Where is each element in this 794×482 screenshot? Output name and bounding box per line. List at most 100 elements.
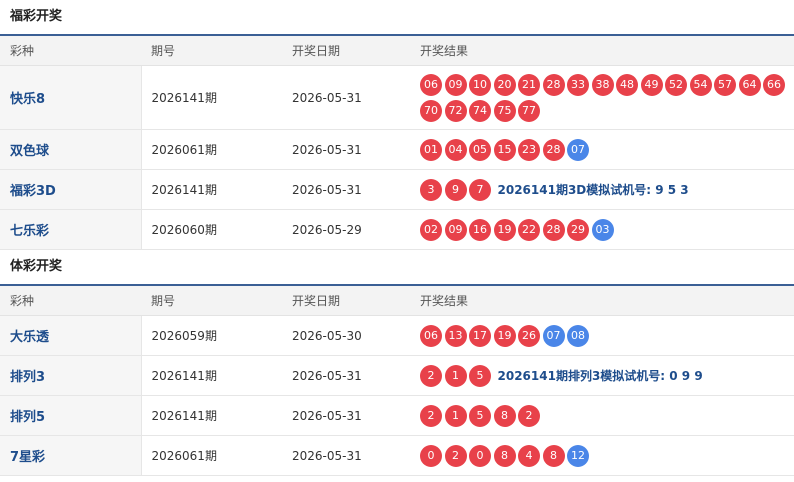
- issue-number: 2026141期: [141, 355, 282, 396]
- red-ball: 48: [616, 73, 638, 96]
- red-ball: 1: [444, 404, 467, 427]
- ball-list: 01 04 05 15 23 28 07: [420, 133, 794, 167]
- red-ball: 26: [518, 324, 540, 347]
- table-header-row: 彩种 期号 开奖日期 开奖结果: [0, 286, 794, 316]
- red-ball: 17: [469, 324, 491, 347]
- table-row: 双色球 2026061期 2026-05-31 01 04 05 15 23 28 07: [0, 129, 794, 170]
- draw-date: 2026-05-29: [282, 209, 410, 250]
- table-row: 排列5 2026141期 2026-05-31 2 1 5 8 2: [0, 395, 794, 436]
- red-ball: 5: [469, 364, 491, 387]
- red-ball: 19: [493, 218, 516, 241]
- red-ball: 72: [444, 99, 467, 122]
- blue-ball: 03: [591, 218, 614, 241]
- blue-ball: 08: [567, 324, 589, 347]
- red-ball: 19: [493, 324, 516, 347]
- red-ball: 16: [469, 218, 491, 241]
- red-ball: 49: [640, 73, 663, 96]
- column-header: 开奖结果: [410, 286, 794, 316]
- red-ball: 2: [444, 444, 467, 467]
- draw-result: 06 13 17 19 26 07 08: [410, 315, 794, 356]
- red-ball: 2: [420, 364, 442, 387]
- column-header: 彩种: [0, 286, 141, 316]
- trial-number-link[interactable]: 2026141期3D模拟试机号: 9 5 3: [498, 181, 689, 198]
- trial-number-link[interactable]: 2026141期排列3模拟试机号: 0 9 9: [498, 367, 703, 384]
- red-ball: 02: [420, 218, 442, 241]
- red-ball: 66: [763, 73, 785, 96]
- red-ball: 3: [420, 178, 442, 201]
- ball-list: 3 9 7 2026141期3D模拟试机号: 9 5 3: [420, 173, 794, 207]
- red-ball: 8: [493, 444, 516, 467]
- column-header: 开奖日期: [282, 286, 410, 316]
- red-ball: 0: [469, 444, 491, 467]
- issue-number: 2026061期: [141, 435, 282, 476]
- red-ball: 20: [493, 73, 516, 96]
- ball-list: 2 1 5 2026141期排列3模拟试机号: 0 9 9: [420, 359, 794, 393]
- red-ball: 38: [591, 73, 614, 96]
- red-ball: 5: [469, 404, 491, 427]
- draw-result: 3 9 7 2026141期3D模拟试机号: 9 5 3: [410, 169, 794, 210]
- red-ball: 0: [420, 444, 442, 467]
- column-header: 开奖结果: [410, 36, 794, 66]
- red-ball: 06: [420, 324, 442, 347]
- draw-date: 2026-05-31: [282, 395, 410, 436]
- results-table: 彩种 期号 开奖日期 开奖结果 大乐透 2026059期 2026-05-30 06 13 17 1…: [0, 286, 794, 476]
- draw-result: 0 2 0 8 4 8 12: [410, 435, 794, 476]
- blue-ball: 07: [567, 138, 589, 161]
- red-ball: 22: [518, 218, 540, 241]
- lottery-name-link[interactable]: 排列5: [0, 395, 142, 436]
- column-header: 彩种: [0, 36, 141, 66]
- issue-number: 2026059期: [141, 315, 282, 356]
- red-ball: 75: [493, 99, 516, 122]
- lottery-results-page: 福彩开奖 彩种 期号 开奖日期 开奖结果 快乐8 2026141期 2026-05-31 06 0…: [0, 0, 794, 476]
- red-ball: 09: [444, 218, 467, 241]
- red-ball: 74: [469, 99, 491, 122]
- draw-date: 2026-05-31: [282, 355, 410, 396]
- red-ball: 70: [420, 99, 442, 122]
- issue-number: 2026141期: [141, 65, 282, 130]
- draw-result: 02 09 16 19 22 28 29 03: [410, 209, 794, 250]
- lottery-name-link[interactable]: 大乐透: [0, 315, 142, 356]
- lottery-name-link[interactable]: 福彩3D: [0, 169, 142, 210]
- red-ball: 29: [567, 218, 589, 241]
- issue-number: 2026141期: [141, 169, 282, 210]
- draw-date: 2026-05-31: [282, 169, 410, 210]
- lottery-name-link[interactable]: 七乐彩: [0, 209, 142, 250]
- table-row: 排列3 2026141期 2026-05-31 2 1 5 2026141期排列3模拟试机号…: [0, 355, 794, 396]
- red-ball: 10: [469, 73, 491, 96]
- red-ball: 04: [444, 138, 467, 161]
- table-row: 福彩3D 2026141期 2026-05-31 3 9 7 2026141期3D模拟试机号…: [0, 169, 794, 210]
- lottery-name-link[interactable]: 7星彩: [0, 435, 142, 476]
- lottery-name-link[interactable]: 排列3: [0, 355, 142, 396]
- ball-list: 06 09 10 20 21 28 33 38 48 49 52 54 57 64 66 70 72 74 75 77: [420, 68, 794, 128]
- red-ball: 21: [518, 73, 540, 96]
- red-ball: 28: [542, 73, 565, 96]
- draw-date: 2026-05-30: [282, 315, 410, 356]
- ball-list: 02 09 16 19 22 28 29 03: [420, 213, 794, 247]
- issue-number: 2026141期: [141, 395, 282, 436]
- red-ball: 8: [542, 444, 565, 467]
- red-ball: 09: [444, 73, 467, 96]
- section-title: 福彩开奖: [0, 0, 794, 36]
- red-ball: 54: [689, 73, 712, 96]
- red-ball: 4: [518, 444, 540, 467]
- red-ball: 57: [714, 73, 736, 96]
- table-row: 七乐彩 2026060期 2026-05-29 02 09 16 19 22 28 29 03: [0, 209, 794, 250]
- red-ball: 01: [420, 138, 442, 161]
- column-header: 期号: [141, 36, 282, 66]
- red-ball: 52: [665, 73, 687, 96]
- draw-date: 2026-05-31: [282, 129, 410, 170]
- column-header: 开奖日期: [282, 36, 410, 66]
- draw-result: 01 04 05 15 23 28 07: [410, 129, 794, 170]
- results-table: 彩种 期号 开奖日期 开奖结果 快乐8 2026141期 2026-05-31 06 09 10 2…: [0, 36, 794, 250]
- lottery-name-link[interactable]: 双色球: [0, 129, 142, 170]
- red-ball: 06: [420, 73, 442, 96]
- red-ball: 13: [444, 324, 467, 347]
- table-row: 快乐8 2026141期 2026-05-31 06 09 10 20 21 28 33 38 48 4…: [0, 65, 794, 130]
- red-ball: 33: [567, 73, 589, 96]
- table-row: 大乐透 2026059期 2026-05-30 06 13 17 19 26 07 08: [0, 315, 794, 356]
- red-ball: 64: [738, 73, 761, 96]
- red-ball: 8: [493, 404, 516, 427]
- draw-date: 2026-05-31: [282, 435, 410, 476]
- lottery-name-link[interactable]: 快乐8: [0, 65, 142, 130]
- draw-result: 21582: [410, 395, 794, 436]
